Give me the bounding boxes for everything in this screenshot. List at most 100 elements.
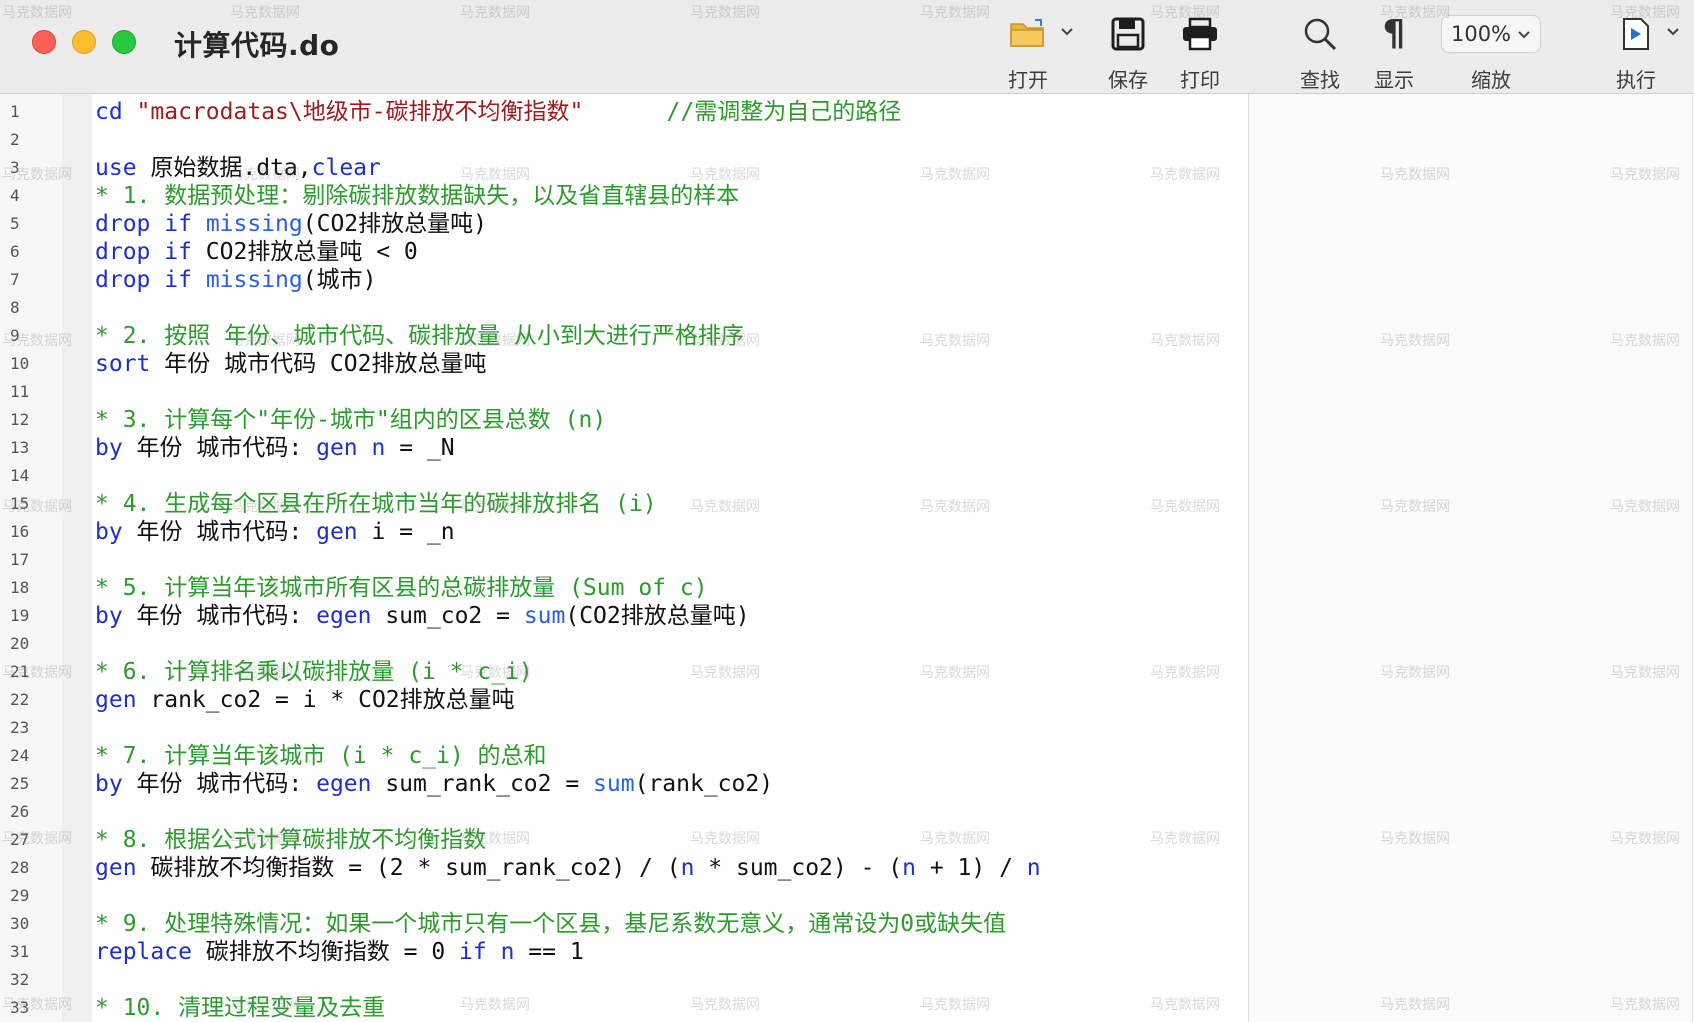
code-text[interactable]: * 10. 清理过程变量及去重 (95, 994, 385, 1022)
code-line[interactable]: 16 by 年份 城市代码: gen i = _n (0, 518, 1248, 546)
code-line[interactable]: 8 (0, 294, 1248, 322)
save-button[interactable]: 保存 (1090, 10, 1166, 93)
code-line[interactable]: 17 (0, 546, 1248, 574)
code-text[interactable]: * 8. 根据公式计算碳排放不均衡指数 (95, 826, 486, 854)
code-text[interactable]: sort 年份 城市代码 CO2排放总量吨 (95, 350, 486, 378)
code-area[interactable]: 1 cd "macrodatas\地级市-碳排放不均衡指数" //需调整为自己的路… (0, 94, 1248, 1022)
code-text[interactable]: * 3. 计算每个"年份-城市"组内的区县总数 (n) (95, 406, 606, 434)
code-token: replace (95, 939, 192, 965)
code-token: + 1) / (916, 855, 1027, 881)
code-token: 年份 城市代码 CO2排放总量吨 (150, 351, 487, 377)
code-token: drop (95, 267, 151, 293)
execute-menu-chevron-icon[interactable] (1664, 22, 1682, 44)
line-number: 17 (10, 550, 30, 569)
zoom-label: 缩放 (1471, 68, 1511, 92)
right-pane (1248, 94, 1694, 1022)
code-line[interactable]: 30 * 9. 处理特殊情况：如果一个城市只有一个区县，基尼系数无意义，通常设为0… (0, 910, 1248, 938)
code-text[interactable]: drop if missing(CO2排放总量吨) (95, 210, 487, 238)
show-button[interactable]: ¶ 显示 (1356, 10, 1432, 93)
code-text[interactable]: replace 碳排放不均衡指数 = 0 if n == 1 (95, 938, 584, 966)
open-button[interactable]: 打开 (990, 10, 1066, 93)
code-line[interactable]: 32 (0, 966, 1248, 994)
code-text[interactable]: * 9. 处理特殊情况：如果一个城市只有一个区县，基尼系数无意义，通常设为0或缺… (95, 910, 1006, 938)
code-text[interactable]: drop if missing(城市) (95, 266, 376, 294)
code-text[interactable]: use 原始数据.dta,clear (95, 154, 381, 182)
code-line[interactable]: 18 * 5. 计算当年该城市所有区县的总碳排放量 (Sum of c) (0, 574, 1248, 602)
code-text[interactable]: by 年份 城市代码: egen sum_co2 = sum(CO2排放总量吨) (95, 602, 750, 630)
execute-button[interactable]: 执行 (1598, 10, 1674, 93)
code-line[interactable]: 3 use 原始数据.dta,clear (0, 154, 1248, 182)
do-file-editor[interactable]: 1 cd "macrodatas\地级市-碳排放不均衡指数" //需调整为自己的路… (0, 5, 1694, 1022)
line-number: 31 (10, 942, 30, 961)
code-line[interactable]: 6 drop if CO2排放总量吨 < 0 (0, 238, 1248, 266)
code-line[interactable]: 21 * 6. 计算排名乘以碳排放量 (i * c_i) (0, 658, 1248, 686)
code-token: 年份 城市代码: (122, 603, 317, 629)
code-text[interactable]: * 1. 数据预处理：剔除碳排放数据缺失，以及省直辖县的样本 (95, 182, 739, 210)
code-line[interactable]: 31 replace 碳排放不均衡指数 = 0 if n == 1 (0, 938, 1248, 966)
code-line[interactable]: 5 drop if missing(CO2排放总量吨) (0, 210, 1248, 238)
code-text[interactable]: * 5. 计算当年该城市所有区县的总碳排放量 (Sum of c) (95, 574, 708, 602)
code-line[interactable]: 2 (0, 126, 1248, 154)
zoom-window-button[interactable] (112, 30, 136, 54)
code-line[interactable]: 23 (0, 714, 1248, 742)
window-title: 计算代码.do (174, 29, 340, 62)
code-line[interactable]: 13 by 年份 城市代码: gen n = _N (0, 434, 1248, 462)
code-token: if (164, 267, 192, 293)
code-line[interactable]: 26 (0, 798, 1248, 826)
execute-label: 执行 (1616, 68, 1656, 92)
code-text[interactable]: * 4. 生成每个区县在所在城市当年的碳排放排名 (i) (95, 490, 657, 518)
code-line[interactable]: 19 by 年份 城市代码: egen sum_co2 = sum(CO2排放总量… (0, 602, 1248, 630)
zoom-control[interactable]: 100% 缩放 (1440, 10, 1542, 93)
code-line[interactable]: 29 (0, 882, 1248, 910)
code-line[interactable]: 12 * 3. 计算每个"年份-城市"组内的区县总数 (n) (0, 406, 1248, 434)
code-token: n (371, 435, 386, 461)
line-number: 4 (10, 186, 20, 205)
code-token: sum (523, 603, 566, 629)
code-line[interactable]: 25 by 年份 城市代码: egen sum_rank_co2 = sum(ra… (0, 770, 1248, 798)
code-text[interactable]: cd "macrodatas\地级市-碳排放不均衡指数" //需调整为自己的路径 (95, 98, 901, 126)
code-line[interactable]: 22 gen rank_co2 = i * CO2排放总量吨 (0, 686, 1248, 714)
code-text[interactable]: by 年份 城市代码: egen sum_rank_co2 = sum(rank… (95, 770, 773, 798)
code-line[interactable]: 10 sort 年份 城市代码 CO2排放总量吨 (0, 350, 1248, 378)
open-menu-chevron-icon[interactable] (1058, 22, 1076, 44)
code-text[interactable]: by 年份 城市代码: gen i = _n (95, 518, 455, 546)
code-token: * 6. 计算排名乘以碳排放量 (i * c_i) (95, 659, 533, 685)
code-line[interactable]: 1 cd "macrodatas\地级市-碳排放不均衡指数" //需调整为自己的路… (0, 98, 1248, 126)
line-number: 16 (10, 522, 30, 541)
line-number: 27 (10, 830, 30, 849)
code-token: * 2. 按照 年份、城市代码、碳排放量 从小到大进行严格排序 (95, 323, 744, 349)
line-number: 2 (10, 130, 20, 149)
code-line[interactable]: 24 * 7. 计算当年该城市 (i * c_i) 的总和 (0, 742, 1248, 770)
code-line[interactable]: 14 (0, 462, 1248, 490)
code-line[interactable]: 4 * 1. 数据预处理：剔除碳排放数据缺失，以及省直辖县的样本 (0, 182, 1248, 210)
code-line[interactable]: 7 drop if missing(城市) (0, 266, 1248, 294)
code-token: by (95, 771, 123, 797)
code-token: cd (95, 99, 137, 125)
code-text[interactable]: * 7. 计算当年该城市 (i * c_i) 的总和 (95, 742, 547, 770)
find-button[interactable]: 查找 (1282, 10, 1358, 93)
code-line[interactable]: 28 gen 碳排放不均衡指数 = (2 * sum_rank_co2) / (n… (0, 854, 1248, 882)
code-line[interactable]: 20 (0, 630, 1248, 658)
code-line[interactable]: 11 (0, 378, 1248, 406)
close-window-button[interactable] (32, 30, 56, 54)
code-text[interactable]: gen 碳排放不均衡指数 = (2 * sum_rank_co2) / (n *… (95, 854, 1041, 882)
code-line[interactable]: 9 * 2. 按照 年份、城市代码、碳排放量 从小到大进行严格排序 (0, 322, 1248, 350)
code-text[interactable]: gen rank_co2 = i * CO2排放总量吨 (95, 686, 515, 714)
print-button[interactable]: 打印 (1162, 10, 1238, 93)
code-text[interactable]: drop if CO2排放总量吨 < 0 (95, 238, 418, 266)
zoom-select[interactable]: 100% (1441, 15, 1541, 53)
code-token: "macrodatas\地级市-碳排放不均衡指数" (136, 99, 584, 125)
code-line[interactable]: 15 * 4. 生成每个区县在所在城市当年的碳排放排名 (i) (0, 490, 1248, 518)
code-line[interactable]: 27 * 8. 根据公式计算碳排放不均衡指数 (0, 826, 1248, 854)
code-text[interactable]: * 2. 按照 年份、城市代码、碳排放量 从小到大进行严格排序 (95, 322, 744, 350)
minimize-window-button[interactable] (72, 30, 96, 54)
code-text[interactable]: by 年份 城市代码: gen n = _N (95, 434, 455, 462)
code-text[interactable]: * 6. 计算排名乘以碳排放量 (i * c_i) (95, 658, 533, 686)
code-token: egen (316, 771, 372, 797)
line-number: 7 (10, 270, 20, 289)
code-token: clear (311, 155, 381, 181)
code-line[interactable]: 33 * 10. 清理过程变量及去重 (0, 994, 1248, 1022)
